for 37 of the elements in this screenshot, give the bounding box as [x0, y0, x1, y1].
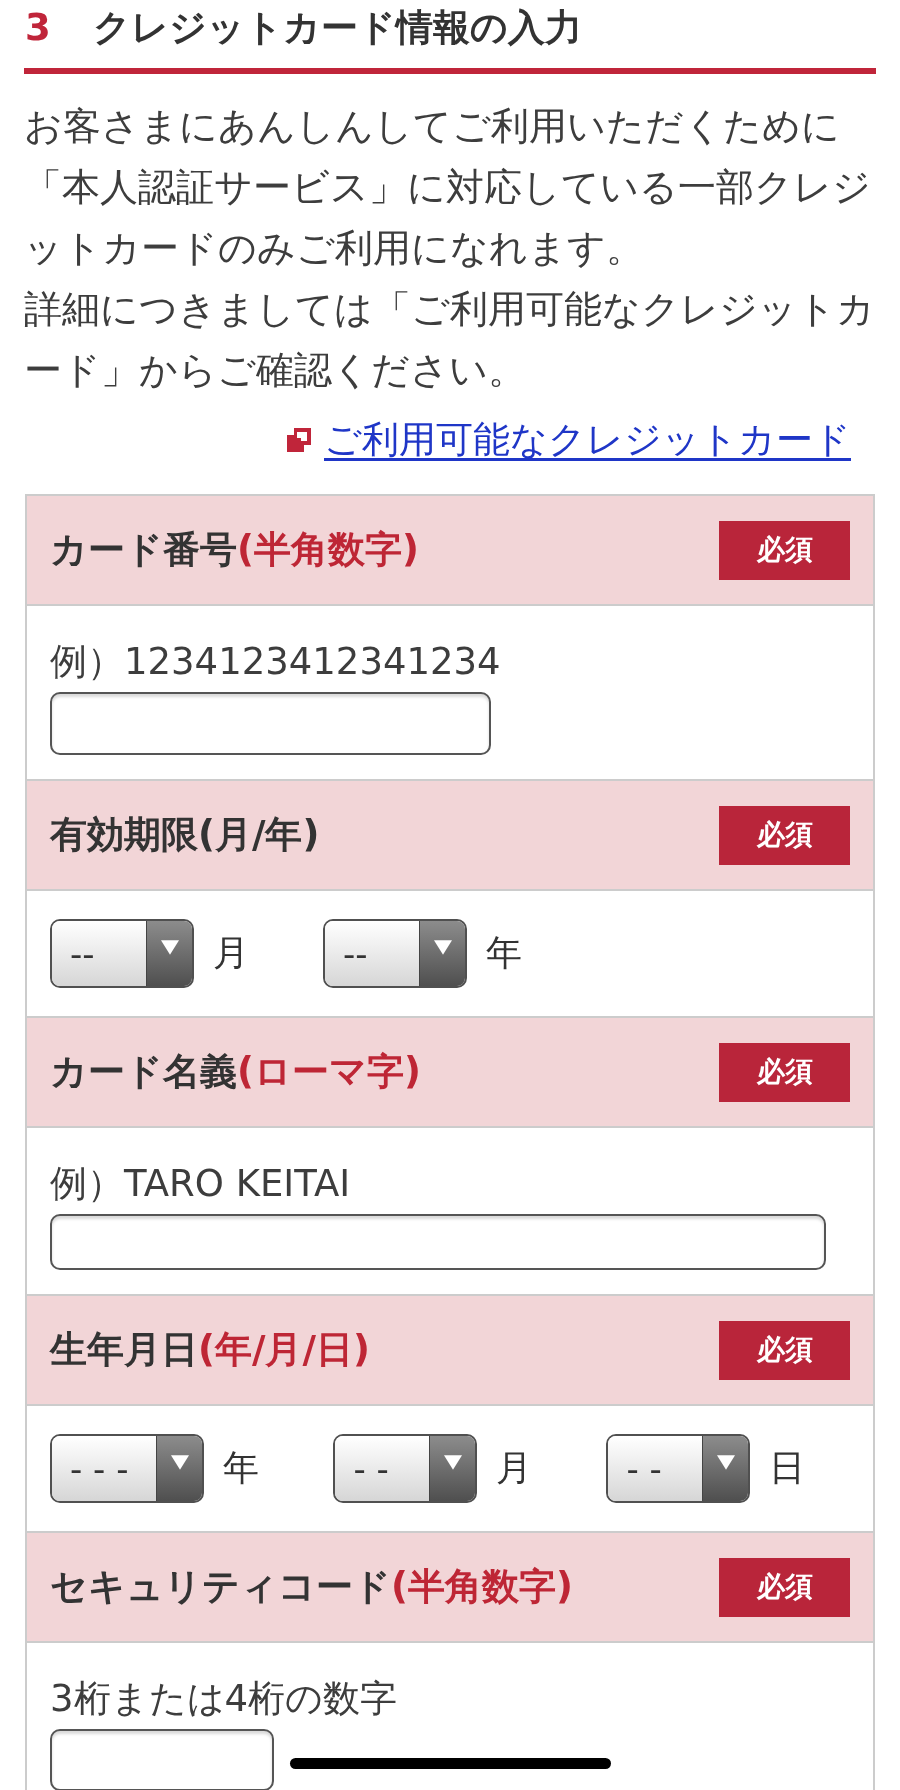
input-field[interactable] — [50, 1214, 826, 1270]
input-field[interactable] — [50, 1729, 274, 1790]
field-label: 有効期限(月/年) — [50, 812, 320, 858]
required-tag: 必須 — [719, 1557, 850, 1617]
section-number: 3 — [25, 5, 51, 51]
caret-down-icon — [419, 921, 465, 986]
caret-down-icon — [429, 1436, 476, 1501]
stacked-squares-icon — [287, 428, 311, 452]
field-label: カード名義(ローマ字) — [50, 1049, 421, 1095]
caret-down-icon — [156, 1436, 203, 1501]
unit-label: 月 — [496, 1446, 533, 1490]
input-field[interactable] — [50, 692, 491, 755]
required-tag: 必須 — [719, 520, 850, 580]
intro-paragraph: お客さまにあんしんしてご利用いただくために「本人認証サービス」に対応している一部クレジットカードのみご利用になれます。 — [24, 103, 872, 272]
dropdown[interactable]: -- — [50, 919, 194, 988]
field-label: 生年月日(年/月/日) — [50, 1327, 370, 1373]
required-tag: 必須 — [719, 805, 850, 865]
unit-label: 年 — [486, 931, 522, 975]
field-label: セキュリティコード(半角数字) — [50, 1564, 573, 1610]
unit-label: 月 — [213, 931, 249, 975]
field-hint: 3桁または4桁の数字 — [50, 1677, 399, 1721]
dropdown[interactable]: - - — [333, 1434, 478, 1503]
dropdown[interactable]: - - — [606, 1434, 751, 1503]
required-tag: 必須 — [719, 1042, 850, 1102]
field-hint: 例）1234123412341234 — [50, 640, 502, 684]
field-hint: 例）TARO KEITAI — [50, 1162, 352, 1206]
caret-down-icon — [146, 921, 192, 986]
caret-down-icon — [702, 1436, 749, 1501]
section-title: クレジットカード情報の入力 — [92, 5, 582, 51]
intro-paragraph: 詳細につきましては「ご利用可能なクレジットカード」からご確認ください。 — [24, 286, 876, 394]
field-label: カード番号(半角数字) — [50, 527, 419, 573]
unit-label: 年 — [223, 1446, 260, 1490]
unit-label: 日 — [769, 1446, 806, 1490]
dropdown[interactable]: -- — [323, 919, 467, 988]
dropdown[interactable]: - - - — [50, 1434, 205, 1503]
credit-card-list-link[interactable]: ご利用可能なクレジットカード — [324, 415, 851, 465]
required-tag: 必須 — [719, 1320, 850, 1380]
